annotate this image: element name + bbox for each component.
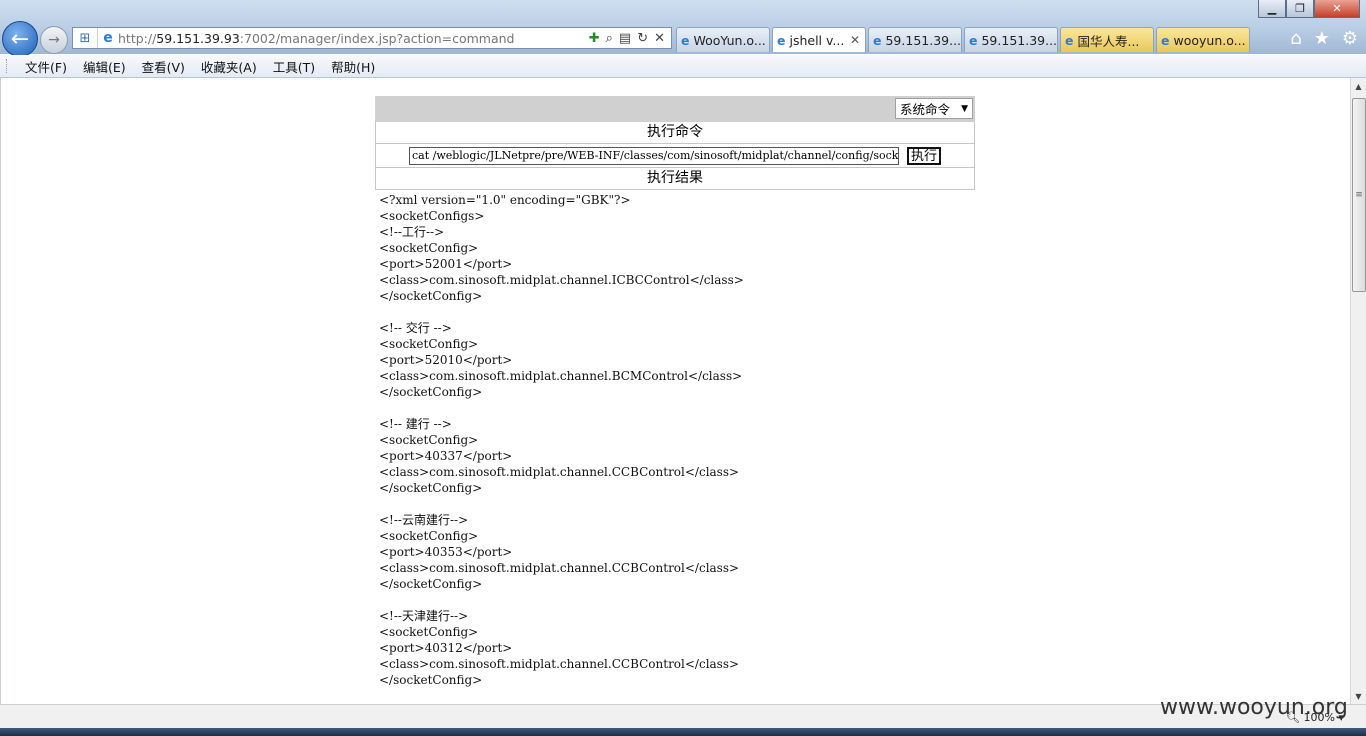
command-type-select[interactable]: 系统命令 ▼ <box>895 98 973 119</box>
panel-header: 系统命令 ▼ <box>375 96 975 122</box>
forward-button[interactable]: → <box>40 26 68 54</box>
minimize-button[interactable]: ▁ <box>1258 0 1286 18</box>
menu-favorites[interactable]: 收藏夹(A) <box>193 57 265 76</box>
close-tab-icon[interactable]: ✕ <box>850 33 860 47</box>
tab-1-active[interactable]: e jshell v... ✕ <box>772 27 866 52</box>
browser-toolbar-icons: ⌂ ★ ⚙ <box>1290 28 1358 49</box>
page-icon[interactable]: ▤ <box>619 31 631 46</box>
command-panel: 系统命令 ▼ 执行命令 cat /weblogic/JLNetpre/pre/W… <box>375 96 975 190</box>
tab-4[interactable]: e 国华人寿... <box>1060 27 1154 52</box>
compatibility-view-icon[interactable]: ✚ <box>589 31 600 46</box>
forward-arrow-icon: → <box>48 32 60 48</box>
tab-label: wooyun.o... <box>1173 32 1246 48</box>
refresh-icon[interactable]: ↻ <box>637 31 648 46</box>
scrollbar-thumb[interactable]: ≡ <box>1352 98 1366 292</box>
tab-label: WooYun.o... <box>693 32 766 48</box>
menu-bar: 文件(F) 编辑(E) 查看(V) 收藏夹(A) 工具(T) 帮助(H) <box>0 55 1366 78</box>
close-window-button[interactable]: ✕ <box>1314 0 1360 18</box>
tab-0[interactable]: e WooYun.o... <box>676 27 770 52</box>
ie-tab-icon: e <box>777 32 786 48</box>
gear-icon[interactable]: ⚙ <box>1342 28 1358 49</box>
tab-strip: e WooYun.o... e jshell v... ✕ e 59.151.39...… <box>676 27 1252 53</box>
chevron-down-icon: ▼ <box>961 103 968 114</box>
compatibility-icon[interactable]: ⊞ <box>73 28 98 48</box>
home-icon[interactable]: ⌂ <box>1290 28 1301 49</box>
url-prefix: http:// <box>118 30 157 46</box>
window-controls: ▁ ❐ ✕ <box>1258 0 1360 18</box>
watermark: www.wooyun.org <box>1160 695 1348 720</box>
tab-3[interactable]: e 59.151.39.... <box>964 27 1058 52</box>
ie-tab-icon: e <box>1161 32 1170 48</box>
menu-file[interactable]: 文件(F) <box>17 57 75 76</box>
tab-5[interactable]: e wooyun.o... <box>1156 27 1250 52</box>
address-url[interactable]: http://59.151.39.93:7002/manager/index.j… <box>118 31 589 46</box>
url-path: :7002/manager/index.jsp?action=command <box>239 30 515 46</box>
command-output: <?xml version="1.0" encoding="GBK"?> <so… <box>379 193 744 687</box>
command-input-row: cat /weblogic/JLNetpre/pre/WEB-INF/class… <box>375 144 975 168</box>
tab-2[interactable]: e 59.151.39.... <box>868 27 962 52</box>
search-icon[interactable]: ⌕ <box>606 31 613 46</box>
tab-label: jshell v... <box>789 32 845 48</box>
ie-page-icon: e <box>103 30 113 46</box>
menu-grip <box>6 59 11 73</box>
browser-chrome: ▁ ❐ ✕ ← → ⊞ e http://59.151.39.93:7002/m… <box>0 0 1366 57</box>
select-value: 系统命令 <box>900 102 951 117</box>
menu-view[interactable]: 查看(V) <box>134 57 193 76</box>
back-button[interactable]: ← <box>2 21 38 57</box>
command-input[interactable]: cat /weblogic/JLNetpre/pre/WEB-INF/class… <box>408 146 899 165</box>
back-arrow-icon: ← <box>10 26 30 52</box>
scroll-up-arrow-icon[interactable]: ▲ <box>1351 78 1366 94</box>
stop-icon[interactable]: ✕ <box>654 31 665 46</box>
result-title: 执行结果 <box>375 168 975 190</box>
url-host: 59.151.39.93 <box>156 30 240 46</box>
tab-label: 59.151.39.... <box>981 32 1058 48</box>
taskbar <box>0 728 1366 736</box>
tab-label: 59.151.39.... <box>885 32 962 48</box>
menu-help[interactable]: 帮助(H) <box>323 57 383 76</box>
ie-tab-icon: e <box>681 32 690 48</box>
ie-tab-icon: e <box>1065 32 1074 48</box>
ie-tab-icon: e <box>873 32 882 48</box>
tab-label: 国华人寿... <box>1077 33 1140 49</box>
ie-tab-icon: e <box>969 32 978 48</box>
scroll-down-arrow-icon[interactable]: ▼ <box>1351 688 1366 704</box>
menu-edit[interactable]: 编辑(E) <box>75 57 134 76</box>
address-bar[interactable]: ⊞ e http://59.151.39.93:7002/manager/ind… <box>72 27 672 49</box>
address-tools: ✚ ⌕ ▤ ↻ ✕ <box>589 31 671 46</box>
vertical-scrollbar[interactable]: ▲ ≡ ▼ <box>1350 78 1366 704</box>
execute-button[interactable]: 执行 <box>906 146 941 165</box>
maximize-button[interactable]: ❐ <box>1286 0 1314 18</box>
favorites-star-icon[interactable]: ★ <box>1314 28 1330 49</box>
exec-command-title: 执行命令 <box>375 122 975 144</box>
menu-tools[interactable]: 工具(T) <box>265 57 323 76</box>
